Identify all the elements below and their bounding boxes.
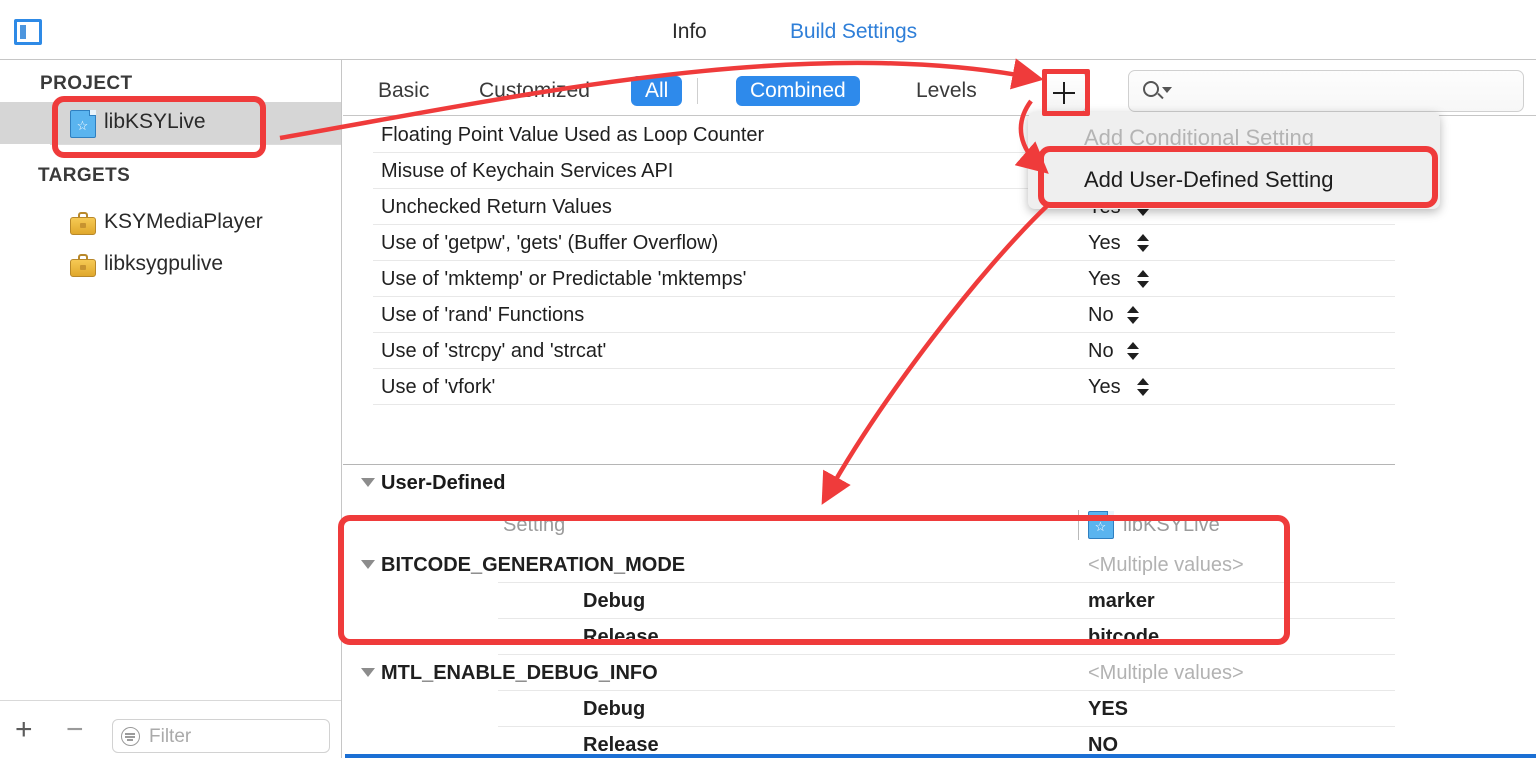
column-header-setting: Setting <box>503 514 565 537</box>
sidebar-item-libksygpulive[interactable]: libksygpulive <box>0 244 341 286</box>
remove-target-button[interactable]: − <box>66 719 84 741</box>
setting-name: Use of 'rand' Functions <box>381 304 584 327</box>
add-target-button[interactable]: + <box>15 719 33 741</box>
sidebar-item-libksylive[interactable]: ☆ libKSYLive <box>0 102 341 144</box>
editor-tab-bar: Info Build Settings <box>0 0 1536 59</box>
table-row[interactable]: Use of 'strcpy' and 'strcat' No <box>343 333 1536 369</box>
disclosure-triangle-icon[interactable] <box>361 478 375 487</box>
sidebar-item-label: libksygpulive <box>104 252 223 276</box>
build-settings-search-input[interactable] <box>1128 70 1524 112</box>
sidebar-item-label: KSYMediaPlayer <box>104 210 263 234</box>
disclosure-triangle-icon[interactable] <box>361 560 375 569</box>
value-stepper[interactable] <box>1137 376 1151 398</box>
add-setting-menu[interactable]: Add Conditional Setting Add User-Defined… <box>1028 112 1440 209</box>
menu-item-add-user-defined-setting[interactable]: Add User-Defined Setting <box>1028 157 1440 203</box>
top-bar: Info Build Settings <box>0 0 1536 60</box>
menu-item-add-conditional-setting: Add Conditional Setting <box>1028 115 1440 161</box>
user-defined-child-row[interactable]: Release bitcode <box>343 619 1536 655</box>
table-row[interactable]: Use of 'vfork' Yes <box>343 369 1536 405</box>
segment-divider <box>697 78 698 104</box>
setting-name: Use of 'strcpy' and 'strcat' <box>381 340 606 363</box>
tab-info[interactable]: Info <box>672 20 707 44</box>
segment-basic[interactable]: Basic <box>364 76 443 106</box>
user-defined-setting-row[interactable]: BITCODE_GENERATION_MODE <Multiple values… <box>343 547 1536 583</box>
column-header-target: libKSYLive <box>1123 514 1220 537</box>
setting-key: BITCODE_GENERATION_MODE <box>381 554 685 577</box>
segment-customized[interactable]: Customized <box>465 76 604 106</box>
user-defined-child-row[interactable]: Debug marker <box>343 583 1536 619</box>
setting-name: Floating Point Value Used as Loop Counte… <box>381 124 764 147</box>
section-header-user-defined[interactable]: User-Defined <box>343 465 1536 501</box>
sidebar-group-header-targets: TARGETS <box>38 165 130 187</box>
table-row[interactable]: Use of 'getpw', 'gets' (Buffer Overflow)… <box>343 225 1536 261</box>
value-stepper[interactable] <box>1137 268 1151 290</box>
chevron-down-icon <box>1162 87 1172 93</box>
setting-name: Use of 'vfork' <box>381 376 495 399</box>
pane-bottom-accent-bar <box>345 754 1536 758</box>
setting-name: Unchecked Return Values <box>381 196 612 219</box>
value-stepper[interactable] <box>1127 304 1141 326</box>
setting-name: Use of 'getpw', 'gets' (Buffer Overflow) <box>381 232 718 255</box>
filter-icon <box>121 727 140 746</box>
sidebar-item-ksymediaplayer[interactable]: KSYMediaPlayer <box>0 202 341 244</box>
setting-value: <Multiple values> <box>1088 662 1244 685</box>
table-row[interactable]: Use of 'mktemp' or Predictable 'mktemps'… <box>343 261 1536 297</box>
setting-value[interactable]: No <box>1088 304 1114 327</box>
value-stepper[interactable] <box>1137 232 1151 254</box>
add-setting-button[interactable] <box>1042 72 1086 112</box>
sidebar-filter-placeholder: Filter <box>149 726 191 748</box>
segment-combined[interactable]: Combined <box>736 76 860 106</box>
xcode-build-settings-window: Info Build Settings PROJECT ☆ libKSYLive… <box>0 0 1536 758</box>
configuration-value[interactable]: bitcode <box>1088 626 1159 649</box>
project-document-icon: ☆ <box>70 110 96 138</box>
project-navigator-sidebar: PROJECT ☆ libKSYLive TARGETS KSYMediaPla… <box>0 60 342 758</box>
search-icon <box>1143 81 1159 97</box>
build-settings-toolbar: Basic Customized All Combined Levels <box>343 60 1536 116</box>
configuration-name: Debug <box>583 590 645 613</box>
column-divider <box>1078 510 1079 540</box>
project-document-icon: ☆ <box>1088 511 1114 539</box>
configuration-value[interactable]: YES <box>1088 698 1128 721</box>
target-briefcase-icon <box>70 210 96 238</box>
configuration-name: Debug <box>583 698 645 721</box>
sidebar-group-header-project: PROJECT <box>40 73 133 95</box>
disclosure-triangle-icon[interactable] <box>361 668 375 677</box>
table-row[interactable]: Use of 'rand' Functions No <box>343 297 1536 333</box>
table-column-header-row: Setting ☆ libKSYLive <box>343 507 1536 543</box>
target-briefcase-icon <box>70 252 96 280</box>
setting-value[interactable]: Yes <box>1088 376 1121 399</box>
setting-value[interactable]: Yes <box>1088 232 1121 255</box>
build-settings-table: Floating Point Value Used as Loop Counte… <box>343 117 1536 758</box>
user-defined-child-row[interactable]: Debug YES <box>343 691 1536 727</box>
setting-value[interactable]: No <box>1088 340 1114 363</box>
sidebar-item-label: libKSYLive <box>104 110 206 134</box>
setting-value[interactable]: Yes <box>1088 268 1121 291</box>
value-stepper[interactable] <box>1127 340 1141 362</box>
section-title: User-Defined <box>381 472 505 495</box>
configuration-name: Release <box>583 626 659 649</box>
setting-key: MTL_ENABLE_DEBUG_INFO <box>381 662 658 685</box>
setting-name: Misuse of Keychain Services API <box>381 160 673 183</box>
configuration-value[interactable]: marker <box>1088 590 1155 613</box>
sidebar-bottom-bar: + − Filter <box>0 700 341 758</box>
setting-name: Use of 'mktemp' or Predictable 'mktemps' <box>381 268 746 291</box>
setting-value: <Multiple values> <box>1088 554 1244 577</box>
tab-build-settings[interactable]: Build Settings <box>790 20 917 44</box>
sidebar-separator <box>50 144 341 145</box>
segment-levels[interactable]: Levels <box>902 76 991 106</box>
user-defined-setting-row[interactable]: MTL_ENABLE_DEBUG_INFO <Multiple values> <box>343 655 1536 691</box>
segment-all[interactable]: All <box>631 76 682 106</box>
sidebar-filter-input[interactable]: Filter <box>112 719 330 753</box>
